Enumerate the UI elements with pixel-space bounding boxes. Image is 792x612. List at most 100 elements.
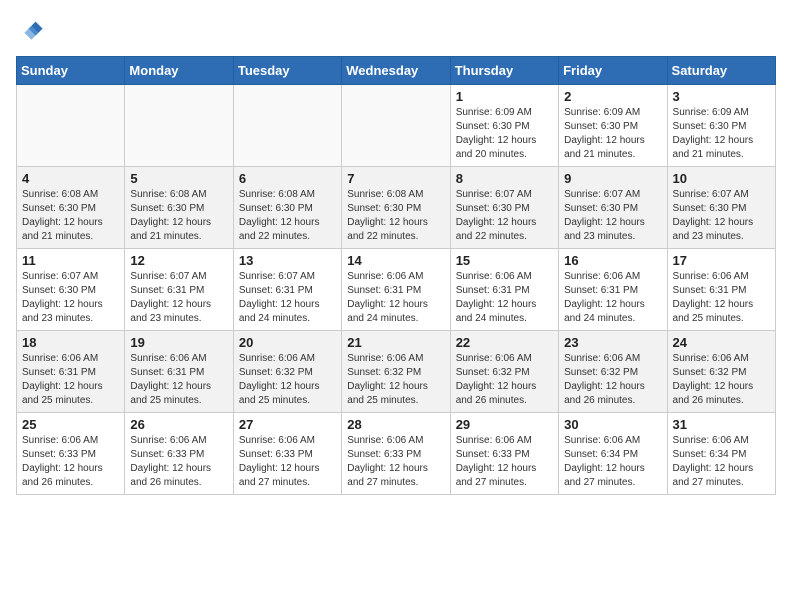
calendar-cell: 30 Sunrise: 6:06 AM Sunset: 6:34 PM Dayli… [559, 413, 667, 495]
page-header [16, 16, 776, 44]
calendar-cell [233, 85, 341, 167]
calendar-cell: 9 Sunrise: 6:07 AM Sunset: 6:30 PM Daylig… [559, 167, 667, 249]
day-header-wednesday: Wednesday [342, 57, 450, 85]
cell-day-number: 9 [564, 171, 661, 186]
calendar-cell: 17 Sunrise: 6:06 AM Sunset: 6:31 PM Dayli… [667, 249, 775, 331]
cell-info-text: Sunrise: 6:07 AM Sunset: 6:30 PM Dayligh… [564, 188, 661, 244]
cell-info-text: Sunrise: 6:06 AM Sunset: 6:33 PM Dayligh… [347, 434, 444, 490]
cell-day-number: 26 [130, 417, 227, 432]
calendar-week-2: 11 Sunrise: 6:07 AM Sunset: 6:30 PM Dayli… [17, 249, 776, 331]
cell-day-number: 17 [673, 253, 770, 268]
cell-info-text: Sunrise: 6:06 AM Sunset: 6:31 PM Dayligh… [130, 352, 227, 408]
calendar-cell: 5 Sunrise: 6:08 AM Sunset: 6:30 PM Daylig… [125, 167, 233, 249]
day-header-monday: Monday [125, 57, 233, 85]
cell-day-number: 3 [673, 89, 770, 104]
calendar-week-0: 1 Sunrise: 6:09 AM Sunset: 6:30 PM Daylig… [17, 85, 776, 167]
cell-day-number: 31 [673, 417, 770, 432]
calendar-cell [17, 85, 125, 167]
cell-info-text: Sunrise: 6:06 AM Sunset: 6:33 PM Dayligh… [22, 434, 119, 490]
calendar-cell: 24 Sunrise: 6:06 AM Sunset: 6:32 PM Dayli… [667, 331, 775, 413]
calendar-header-row: SundayMondayTuesdayWednesdayThursdayFrid… [17, 57, 776, 85]
calendar-cell: 2 Sunrise: 6:09 AM Sunset: 6:30 PM Daylig… [559, 85, 667, 167]
cell-day-number: 12 [130, 253, 227, 268]
calendar-cell: 8Sunrise: 6:07 AM Sunset: 6:30 PM Daylig… [450, 167, 558, 249]
calendar-cell: 16 Sunrise: 6:06 AM Sunset: 6:31 PM Dayli… [559, 249, 667, 331]
cell-info-text: Sunrise: 6:06 AM Sunset: 6:34 PM Dayligh… [564, 434, 661, 490]
cell-day-number: 30 [564, 417, 661, 432]
cell-day-number: 13 [239, 253, 336, 268]
cell-info-text: Sunrise: 6:06 AM Sunset: 6:34 PM Dayligh… [673, 434, 770, 490]
cell-day-number: 1 [456, 89, 553, 104]
calendar-cell: 28 Sunrise: 6:06 AM Sunset: 6:33 PM Dayli… [342, 413, 450, 495]
cell-day-number: 7 [347, 171, 444, 186]
cell-day-number: 22 [456, 335, 553, 350]
cell-day-number: 15 [456, 253, 553, 268]
cell-day-number: 18 [22, 335, 119, 350]
cell-day-number: 23 [564, 335, 661, 350]
cell-info-text: Sunrise: 6:08 AM Sunset: 6:30 PM Dayligh… [130, 188, 227, 244]
cell-day-number: 27 [239, 417, 336, 432]
cell-info-text: Sunrise: 6:06 AM Sunset: 6:32 PM Dayligh… [239, 352, 336, 408]
cell-info-text: Sunrise: 6:06 AM Sunset: 6:31 PM Dayligh… [673, 270, 770, 326]
calendar-week-3: 18 Sunrise: 6:06 AM Sunset: 6:31 PM Dayli… [17, 331, 776, 413]
cell-info-text: Sunrise: 6:06 AM Sunset: 6:32 PM Dayligh… [564, 352, 661, 408]
calendar-cell [125, 85, 233, 167]
day-header-friday: Friday [559, 57, 667, 85]
calendar-week-1: 4Sunrise: 6:08 AM Sunset: 6:30 PM Daylig… [17, 167, 776, 249]
calendar-table: SundayMondayTuesdayWednesdayThursdayFrid… [16, 56, 776, 495]
cell-info-text: Sunrise: 6:06 AM Sunset: 6:33 PM Dayligh… [130, 434, 227, 490]
calendar-cell: 22 Sunrise: 6:06 AM Sunset: 6:32 PM Dayli… [450, 331, 558, 413]
cell-day-number: 2 [564, 89, 661, 104]
calendar-cell [342, 85, 450, 167]
calendar-cell: 31 Sunrise: 6:06 AM Sunset: 6:34 PM Dayli… [667, 413, 775, 495]
cell-info-text: Sunrise: 6:07 AM Sunset: 6:31 PM Dayligh… [239, 270, 336, 326]
cell-info-text: Sunrise: 6:09 AM Sunset: 6:30 PM Dayligh… [456, 106, 553, 162]
cell-info-text: Sunrise: 6:06 AM Sunset: 6:32 PM Dayligh… [456, 352, 553, 408]
calendar-cell: 14Sunrise: 6:06 AM Sunset: 6:31 PM Dayli… [342, 249, 450, 331]
cell-info-text: Sunrise: 6:06 AM Sunset: 6:31 PM Dayligh… [347, 270, 444, 326]
cell-info-text: Sunrise: 6:06 AM Sunset: 6:31 PM Dayligh… [22, 352, 119, 408]
calendar-cell: 20 Sunrise: 6:06 AM Sunset: 6:32 PM Dayli… [233, 331, 341, 413]
calendar-cell: 25 Sunrise: 6:06 AM Sunset: 6:33 PM Dayli… [17, 413, 125, 495]
cell-info-text: Sunrise: 6:09 AM Sunset: 6:30 PM Dayligh… [564, 106, 661, 162]
day-header-thursday: Thursday [450, 57, 558, 85]
cell-day-number: 20 [239, 335, 336, 350]
calendar-cell: 7Sunrise: 6:08 AM Sunset: 6:30 PM Daylig… [342, 167, 450, 249]
cell-info-text: Sunrise: 6:06 AM Sunset: 6:32 PM Dayligh… [347, 352, 444, 408]
cell-info-text: Sunrise: 6:06 AM Sunset: 6:33 PM Dayligh… [239, 434, 336, 490]
calendar-cell: 11 Sunrise: 6:07 AM Sunset: 6:30 PM Dayli… [17, 249, 125, 331]
calendar-cell: 10Sunrise: 6:07 AM Sunset: 6:30 PM Dayli… [667, 167, 775, 249]
day-header-tuesday: Tuesday [233, 57, 341, 85]
calendar-cell: 13 Sunrise: 6:07 AM Sunset: 6:31 PM Dayli… [233, 249, 341, 331]
cell-day-number: 28 [347, 417, 444, 432]
cell-day-number: 21 [347, 335, 444, 350]
cell-info-text: Sunrise: 6:07 AM Sunset: 6:31 PM Dayligh… [130, 270, 227, 326]
calendar-cell: 4Sunrise: 6:08 AM Sunset: 6:30 PM Daylig… [17, 167, 125, 249]
logo-icon [16, 16, 44, 44]
cell-info-text: Sunrise: 6:06 AM Sunset: 6:32 PM Dayligh… [673, 352, 770, 408]
cell-day-number: 11 [22, 253, 119, 268]
cell-info-text: Sunrise: 6:07 AM Sunset: 6:30 PM Dayligh… [673, 188, 770, 244]
cell-info-text: Sunrise: 6:08 AM Sunset: 6:30 PM Dayligh… [22, 188, 119, 244]
calendar-cell: 6Sunrise: 6:08 AM Sunset: 6:30 PM Daylig… [233, 167, 341, 249]
cell-day-number: 19 [130, 335, 227, 350]
calendar-cell: 29Sunrise: 6:06 AM Sunset: 6:33 PM Dayli… [450, 413, 558, 495]
calendar-cell: 26 Sunrise: 6:06 AM Sunset: 6:33 PM Dayli… [125, 413, 233, 495]
cell-day-number: 16 [564, 253, 661, 268]
calendar-cell: 19 Sunrise: 6:06 AM Sunset: 6:31 PM Dayli… [125, 331, 233, 413]
cell-day-number: 29 [456, 417, 553, 432]
day-header-sunday: Sunday [17, 57, 125, 85]
cell-day-number: 8 [456, 171, 553, 186]
cell-info-text: Sunrise: 6:08 AM Sunset: 6:30 PM Dayligh… [239, 188, 336, 244]
calendar-cell: 18 Sunrise: 6:06 AM Sunset: 6:31 PM Dayli… [17, 331, 125, 413]
cell-day-number: 5 [130, 171, 227, 186]
calendar-cell: 15Sunrise: 6:06 AM Sunset: 6:31 PM Dayli… [450, 249, 558, 331]
cell-info-text: Sunrise: 6:09 AM Sunset: 6:30 PM Dayligh… [673, 106, 770, 162]
calendar-cell: 12 Sunrise: 6:07 AM Sunset: 6:31 PM Dayli… [125, 249, 233, 331]
cell-day-number: 24 [673, 335, 770, 350]
day-header-saturday: Saturday [667, 57, 775, 85]
cell-info-text: Sunrise: 6:07 AM Sunset: 6:30 PM Dayligh… [22, 270, 119, 326]
cell-info-text: Sunrise: 6:06 AM Sunset: 6:31 PM Dayligh… [564, 270, 661, 326]
cell-day-number: 25 [22, 417, 119, 432]
calendar-cell: 27 Sunrise: 6:06 AM Sunset: 6:33 PM Dayli… [233, 413, 341, 495]
